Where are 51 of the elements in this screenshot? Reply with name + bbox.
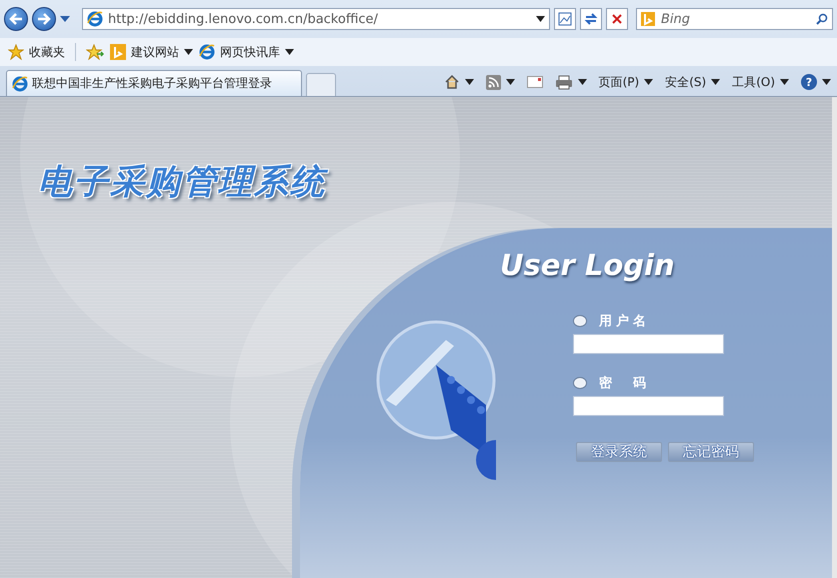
stop-button[interactable] — [606, 8, 628, 30]
bullet-icon — [573, 315, 587, 327]
chart-page-icon — [558, 12, 572, 26]
history-dropdown-icon[interactable] — [60, 16, 70, 22]
mail-icon[interactable] — [526, 76, 543, 88]
back-button[interactable] — [4, 7, 28, 31]
add-favorite-star-icon[interactable] — [86, 44, 104, 60]
dropdown-caret-icon[interactable] — [644, 79, 654, 85]
field-label: 密 码 — [599, 374, 650, 392]
favorites-button[interactable]: 收藏夹 — [8, 44, 65, 60]
dropdown-caret-icon[interactable] — [184, 49, 193, 55]
system-title: 电子采购管理系统 — [38, 159, 326, 205]
home-icon[interactable] — [444, 74, 460, 90]
dropdown-caret-icon[interactable] — [711, 79, 720, 85]
login-heading: User Login — [500, 248, 676, 282]
dropdown-caret-icon[interactable] — [506, 79, 515, 85]
compatibility-view-button[interactable] — [554, 8, 576, 30]
bing-logo-icon — [641, 12, 655, 26]
input-field[interactable] — [573, 334, 724, 354]
refresh-button[interactable] — [580, 8, 602, 30]
command-menu[interactable]: 工具(O) — [732, 74, 789, 90]
browser-tab[interactable]: 联想中国非生产性采购电子采购平台管理登录 — [6, 70, 302, 96]
search-field[interactable]: Bing — [636, 8, 833, 30]
feed-icon[interactable] — [486, 74, 501, 90]
dropdown-caret-icon[interactable] — [536, 16, 545, 22]
ie-logo-icon — [199, 44, 215, 60]
dropdown-caret-icon[interactable] — [578, 79, 587, 85]
input-field[interactable] — [573, 396, 724, 416]
address-bar[interactable]: http://ebidding.lenovo.com.cn/backoffice/ — [82, 8, 550, 30]
dropdown-caret-icon[interactable] — [285, 49, 294, 55]
help-button[interactable]: ? — [801, 74, 817, 90]
bing-logo-icon — [110, 44, 126, 60]
dropdown-caret-icon[interactable] — [780, 79, 789, 85]
right-arrow-icon — [37, 13, 51, 25]
field-label: 用户名 — [599, 312, 650, 330]
ie-logo-icon — [87, 11, 103, 27]
dropdown-caret-icon[interactable] — [464, 79, 474, 85]
printer-icon[interactable] — [554, 74, 573, 90]
dropdown-caret-icon[interactable] — [822, 79, 831, 85]
forward-button[interactable] — [32, 7, 56, 31]
search-icon[interactable] — [816, 13, 828, 25]
refresh-icon — [584, 12, 598, 26]
close-icon — [611, 13, 623, 25]
bullet-icon — [573, 377, 587, 389]
star-icon — [8, 44, 24, 60]
command-menu[interactable]: 安全(S) — [665, 74, 720, 90]
ie-logo-icon — [12, 76, 28, 92]
command-menu[interactable]: 页面(P) — [598, 74, 654, 90]
favorites-bar-item[interactable]: 建议网站 — [110, 44, 193, 60]
favorites-bar-item[interactable]: 网页快讯库 — [199, 44, 294, 60]
left-arrow-icon — [9, 13, 23, 25]
